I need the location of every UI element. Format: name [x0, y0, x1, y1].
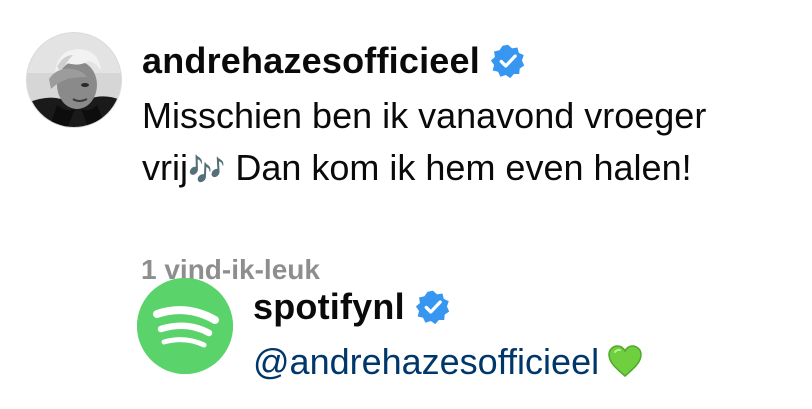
username[interactable]: andrehazesofficieel: [142, 40, 480, 82]
reply-username-row: spotifynl: [253, 278, 793, 336]
music-notes-emoji: 🎶: [187, 154, 226, 187]
reply-username[interactable]: spotifynl: [253, 286, 405, 328]
verified-badge-icon: [490, 43, 526, 79]
comment-text-line-2: vrij🎶 Dan kom ik hem even halen!: [142, 142, 802, 197]
username-row: andrehazesofficieel: [142, 32, 802, 90]
green-heart-icon: [607, 344, 643, 378]
reply-body: spotifynl @andrehazesofficieel: [253, 278, 793, 388]
comment-body: andrehazesofficieel Misschien ben ik van…: [142, 32, 802, 197]
avatar[interactable]: [26, 32, 122, 128]
verified-badge-icon: [415, 289, 451, 325]
comment-text-line-1: Misschien ben ik vanavond vroeger: [142, 95, 707, 136]
mention-link[interactable]: @andrehazesofficieel: [253, 341, 599, 382]
spotify-logo-icon[interactable]: [137, 278, 233, 374]
comment-text-start: vrij: [142, 147, 188, 188]
profile-photo-icon: [27, 33, 121, 127]
reply-text: @andrehazesofficieel: [253, 336, 793, 388]
comment-text-end: Dan kom ik hem even halen!: [225, 147, 692, 188]
